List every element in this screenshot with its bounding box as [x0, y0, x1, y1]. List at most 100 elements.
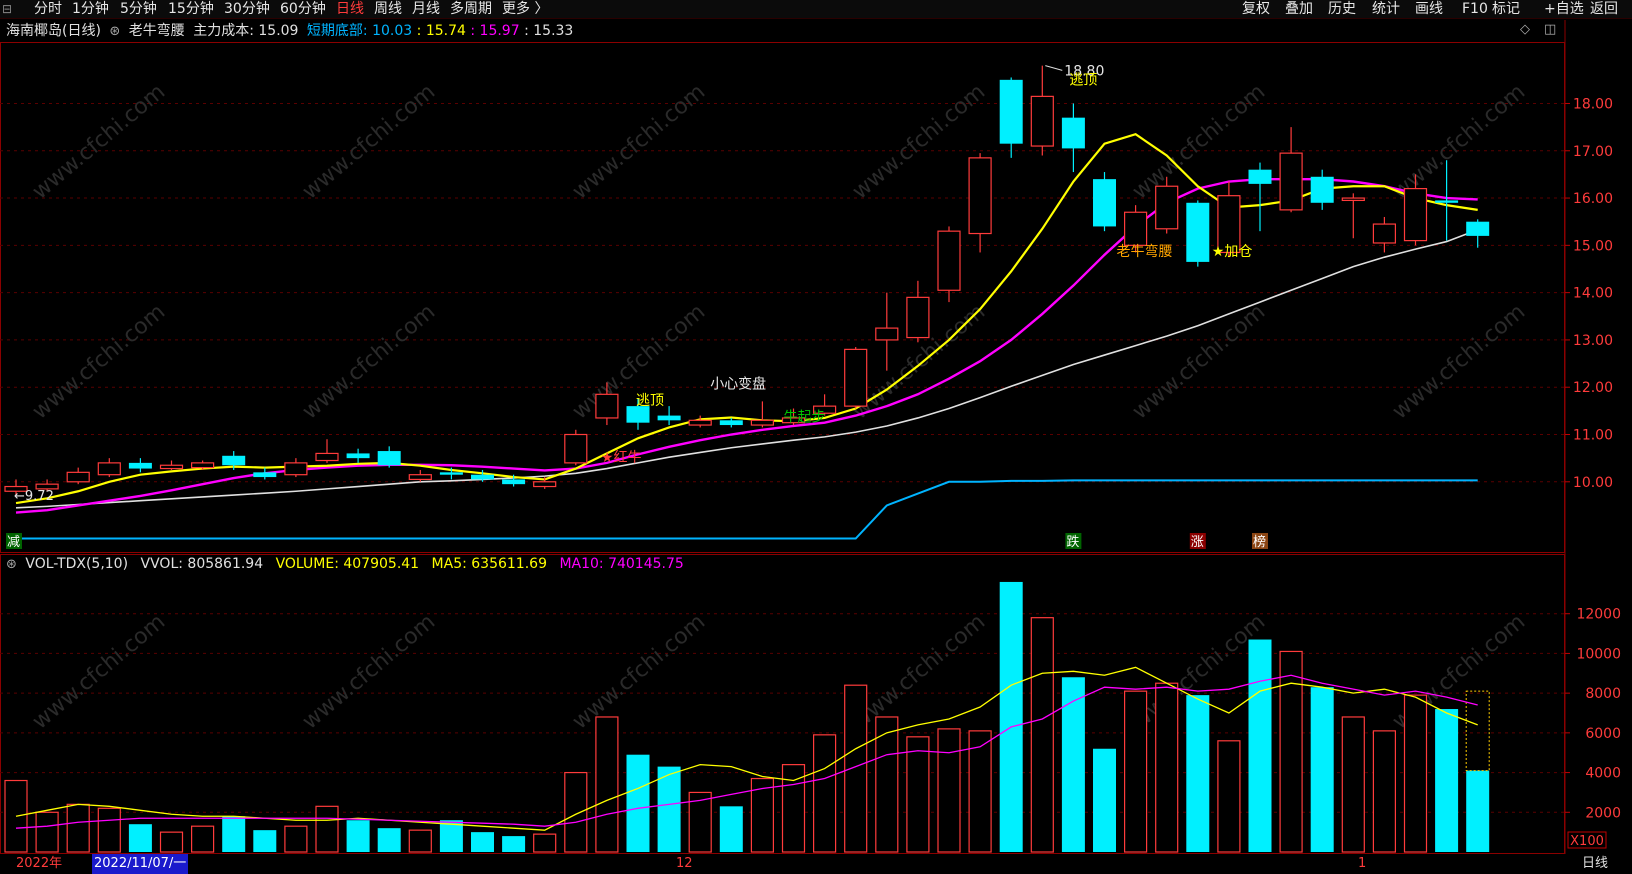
- candle-body: [1186, 202, 1210, 262]
- candle-body: [191, 462, 215, 469]
- volume-bar: [408, 829, 432, 853]
- toolbar-button-6[interactable]: 标记: [1492, 0, 1520, 18]
- candle-body: [315, 452, 339, 462]
- watermark: www.cfchi.com: [568, 79, 710, 204]
- vol-unit-box: [1567, 831, 1607, 849]
- volume-bar: [1061, 677, 1085, 852]
- vol-toggle-icon[interactable]: ⊛: [6, 557, 17, 572]
- vol-indicator-name[interactable]: VOL-TDX(5,10): [25, 556, 128, 572]
- volume-value: VOLUME: 407905.41: [275, 556, 420, 572]
- toolbar-button-1[interactable]: 叠加: [1285, 0, 1313, 18]
- escape-top-label-2: 逃顶: [1069, 73, 1097, 89]
- vol-ma10-line: [15, 674, 1478, 829]
- period-tab-6[interactable]: 日线: [336, 0, 364, 18]
- toolbar-button-7[interactable]: +自选: [1544, 0, 1584, 18]
- volume-bar: [657, 766, 681, 852]
- watermark: www.cfchi.com: [848, 79, 990, 204]
- volume-bar: [1186, 695, 1210, 852]
- volume-bar: [4, 779, 28, 853]
- period-tab-9[interactable]: 多周期: [450, 0, 492, 18]
- vol-ma10-value: MA10: 740145.75: [559, 556, 684, 572]
- add-position-label: ★加仓: [1212, 244, 1253, 260]
- volume-bar: [97, 807, 121, 853]
- volume-bar: [377, 828, 401, 852]
- main-chart-info: 海南椰岛(日线) ⊛ 老牛弯腰 主力成本: 15.09 短期底部: 10.03 …: [6, 23, 574, 39]
- period-tab-2[interactable]: 5分钟: [120, 0, 157, 18]
- diamond-icon[interactable]: ◇: [1520, 22, 1530, 37]
- ma10-line: [15, 177, 1478, 514]
- indicator-toggle-icon[interactable]: ⊛: [109, 24, 120, 39]
- price-axis-label: 10.00: [1573, 475, 1613, 491]
- period-tab-0[interactable]: 分时: [34, 0, 62, 18]
- candle-body: [66, 471, 90, 483]
- volume-bar: [1093, 748, 1116, 852]
- careful-label: 小心变盘: [710, 375, 766, 392]
- price-axis-label: 17.00: [1573, 144, 1613, 160]
- selected-date[interactable]: 2022/11/07/一: [92, 854, 189, 874]
- month-12-label: 12: [676, 856, 693, 871]
- toolbar-button-2[interactable]: 历史: [1328, 0, 1356, 18]
- price-axis-label: 18.00: [1573, 96, 1613, 112]
- volume-bar: [1248, 639, 1272, 852]
- vvol-value: VVOL: 805861.94: [140, 556, 264, 572]
- volume-info: ⊛ VOL-TDX(5,10) VVOL: 805861.94 VOLUME: …: [0, 553, 692, 575]
- volume-bar: [1310, 687, 1334, 852]
- window-toggle-icon[interactable]: ◫: [1544, 22, 1556, 37]
- high-pointer: [1045, 65, 1063, 71]
- candle-body: [346, 453, 370, 459]
- period-tab-5[interactable]: 60分钟: [280, 0, 326, 18]
- candle-body: [439, 472, 463, 475]
- volume-bar: [315, 805, 339, 853]
- panel-toggle-icon[interactable]: ⊟: [2, 0, 12, 18]
- period-footer[interactable]: 日线: [1582, 854, 1608, 874]
- candle-body: [719, 420, 743, 426]
- volume-bar: [595, 716, 619, 853]
- candle-body: [999, 79, 1023, 144]
- ma10-value: 15.97: [479, 23, 520, 39]
- indicator-name[interactable]: 老牛弯腰: [129, 23, 185, 39]
- candle-body: [1403, 187, 1428, 242]
- candle-body: [844, 348, 868, 407]
- bull-start-label: 牛起步: [784, 410, 826, 426]
- candle-body: [97, 462, 121, 476]
- old-bull-label: 老牛弯腰: [1117, 243, 1173, 260]
- toolbar-button-0[interactable]: 复权: [1242, 0, 1270, 18]
- volume-bar: [533, 833, 557, 853]
- main-cost-value: 15.09: [258, 23, 299, 39]
- period-tab-4[interactable]: 30分钟: [224, 0, 270, 18]
- toolbar-button-5[interactable]: F10: [1462, 0, 1488, 18]
- price-axis-label: 15.00: [1573, 238, 1613, 254]
- reduce-marker: 减: [7, 535, 20, 550]
- vol-ma5-line: [15, 666, 1478, 831]
- period-tab-1[interactable]: 1分钟: [72, 0, 109, 18]
- volume-bar: [66, 803, 90, 853]
- volume-bar: [1030, 617, 1054, 853]
- short-bottom-value: 10.03: [372, 23, 413, 39]
- volume-bar: [1435, 709, 1459, 852]
- volume-bar: [906, 736, 930, 853]
- period-tab-10[interactable]: 更多 〉: [502, 0, 548, 18]
- month-1-label: 1: [1358, 856, 1367, 871]
- watermark: www.cfchi.com: [1128, 299, 1270, 424]
- volume-bar: [159, 831, 184, 853]
- candle-body: [564, 433, 588, 464]
- candle-body: [284, 462, 308, 476]
- price-axis-label: 11.00: [1573, 428, 1613, 444]
- period-tab-3[interactable]: 15分钟: [168, 0, 214, 18]
- rise-marker: 涨: [1191, 535, 1204, 550]
- candle-body: [408, 474, 432, 481]
- period-tab-8[interactable]: 月线: [412, 0, 440, 18]
- period-tab-7[interactable]: 周线: [374, 0, 402, 18]
- toolbar-button-4[interactable]: 画线: [1415, 0, 1443, 18]
- candle-body: [377, 451, 401, 466]
- kline-chart[interactable]: www.cfchi.com www.cfchi.com www.cfchi.com w…: [0, 0, 1632, 874]
- candle-body: [1435, 200, 1459, 203]
- vol-axis-label: 10000: [1576, 646, 1621, 662]
- toolbar-button-8[interactable]: 返回: [1590, 0, 1618, 18]
- reduce-marker-bg: [6, 533, 22, 549]
- volume-bar: [626, 754, 650, 852]
- volume-bar: [1466, 770, 1490, 852]
- year-label: 2022年: [16, 856, 63, 871]
- candle-body: [1372, 223, 1397, 244]
- toolbar-button-3[interactable]: 统计: [1372, 0, 1400, 18]
